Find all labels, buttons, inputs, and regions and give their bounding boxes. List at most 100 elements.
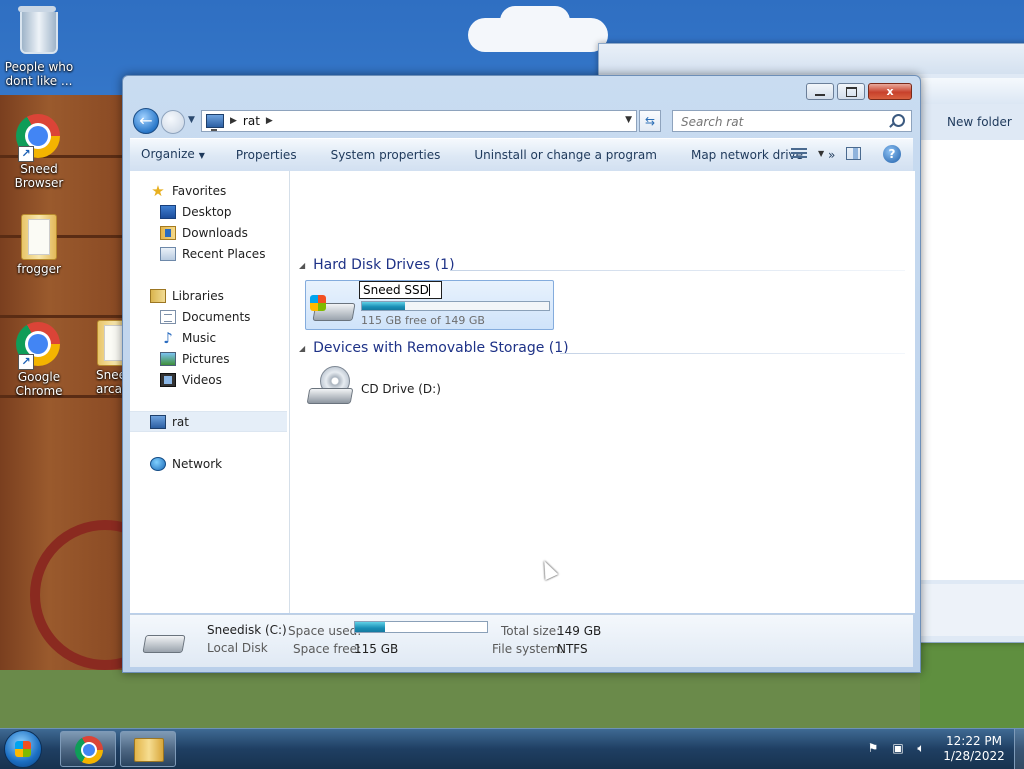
maximize-button[interactable] [837,83,865,100]
desktop-icon-label: Google Chrome [15,370,63,398]
space-free-label: Space free: [293,642,362,656]
recent-pages-dropdown[interactable]: ▼ [188,115,195,125]
help-icon[interactable]: ? [883,145,901,163]
change-view-icon[interactable] [791,148,807,161]
nav-item-computer[interactable]: rat [130,411,287,432]
background-window-titlebar [599,44,1024,74]
wallpaper-grass [920,640,1024,728]
desktop-icon-sneed-browser[interactable]: ↗ Sneed Browser [1,114,77,190]
space-used-fill [355,622,386,632]
back-button[interactable]: ← [133,108,159,134]
computer-icon [206,114,224,131]
nav-item-music[interactable]: ♪ Music [130,327,287,348]
network-tray-icon[interactable]: ▣ [891,741,905,755]
desktop-icon-recycle-bin[interactable]: People who dont like ... [1,6,77,88]
nav-item-favorites[interactable]: ★ Favorites [130,180,287,201]
breadcrumb-chevron-icon[interactable]: ▶ [266,116,273,126]
organize-label: Organize [141,147,195,161]
file-system-value: NTFS [557,642,588,656]
uninstall-program-button[interactable]: Uninstall or change a program [455,140,672,170]
collapse-caret-icon[interactable]: ◢ [299,261,305,270]
nav-item-libraries[interactable]: Libraries [130,285,287,306]
nav-item-pictures[interactable]: Pictures [130,348,287,369]
maximize-icon [845,86,857,97]
collapse-caret-icon[interactable]: ◢ [299,344,305,353]
back-arrow-icon: ← [139,111,153,130]
rename-input[interactable]: Sneed SSD [359,281,442,299]
volume-icon[interactable]: 🔈︎ [914,741,928,755]
background-window-commandbar [921,78,1024,104]
address-dropdown-icon[interactable]: ▼ [625,115,632,125]
nav-item-label: Videos [182,372,222,387]
desktop-icon-frogger[interactable]: frogger [1,214,77,276]
network-icon [150,456,166,471]
nav-item-recent-places[interactable]: Recent Places [130,243,287,264]
system-properties-button[interactable]: System properties [312,140,456,170]
videos-icon [160,372,176,387]
rename-value: Sneed SSD [363,283,429,297]
properties-button[interactable]: Properties [220,140,312,170]
windows-logo-icon [310,295,326,311]
navigation-bar: ← ▼ ▶ rat ▶ ▼ ⇆ [131,106,914,136]
minimize-button[interactable] [806,83,834,100]
desktop-icon-google-chrome[interactable]: ↗ Google Chrome [1,322,77,398]
section-title: Devices with Removable Storage (1) [313,340,569,356]
desktop-icon-label: People who dont like ... [4,60,74,88]
nav-item-label: Favorites [172,183,227,198]
nav-item-label: Documents [182,309,251,324]
computer-icon [150,414,166,429]
organize-button[interactable]: Organize ▼ [130,139,220,171]
pictures-icon [160,351,176,366]
section-removable-storage[interactable]: ◢ Devices with Removable Storage (1) [299,339,569,357]
drive-free-space: 115 GB free of 149 GB [361,314,485,327]
close-button[interactable]: x [868,83,912,100]
search-box[interactable] [672,110,912,132]
forward-button[interactable] [161,110,185,134]
nav-item-downloads[interactable]: Downloads [130,222,287,243]
explorer-window[interactable]: x ← ▼ ▶ rat ▶ ▼ ⇆ Organize▼ Properties S… [122,75,921,673]
clock[interactable]: 12:22 PM 1/28/2022 [938,734,1010,764]
nav-item-videos[interactable]: Videos [130,369,287,390]
action-center-flag-icon[interactable]: ⚑ [866,741,880,755]
section-divider [450,270,905,271]
taskbar-explorer-button[interactable] [120,731,176,767]
background-window-details [921,584,1024,636]
breadcrumb-rat[interactable]: rat [243,114,260,128]
chrome-icon: ↗ [16,322,62,370]
nav-item-desktop[interactable]: Desktop [130,201,287,222]
view-options-dropdown[interactable]: ▼ [818,149,824,158]
total-size-label: Total size: [501,624,561,638]
start-button[interactable] [4,730,42,768]
recent-places-icon [160,246,176,261]
documents-icon [160,309,176,324]
hard-drive-icon [310,291,356,325]
show-desktop-button[interactable] [1014,729,1024,769]
nav-item-label: Recent Places [182,246,266,261]
desktop-icon-sneed-arcade[interactable]: Snee arcad [80,320,122,396]
details-drive-name: Sneedisk (C:) [207,623,287,637]
refresh-button[interactable]: ⇆ [639,110,661,132]
total-size-value: 149 GB [557,624,602,638]
search-input[interactable] [679,112,883,132]
drive-item-c[interactable]: Sneed SSD 115 GB free of 149 GB [305,280,554,330]
nav-item-label: Network [172,456,223,471]
content-pane: ◢ Hard Disk Drives (1) Sneed SSD 115 GB … [290,171,915,613]
nav-item-label: rat [172,414,189,429]
preview-pane-icon[interactable] [846,147,861,160]
section-title: Hard Disk Drives (1) [313,257,455,273]
desktop-icon-label: Sneed Browser [14,162,64,190]
nav-item-documents[interactable]: Documents [130,306,287,327]
search-icon[interactable] [892,114,905,127]
nav-item-network[interactable]: Network [130,453,287,474]
address-bar[interactable]: ▶ rat ▶ ▼ [201,110,637,132]
folder-icon [92,320,122,366]
desktop-icon [160,204,176,219]
nav-item-label: Libraries [172,288,224,303]
drive-item-cd[interactable]: CD Drive (D:) [361,382,441,396]
section-hard-disk-drives[interactable]: ◢ Hard Disk Drives (1) [299,256,455,274]
new-folder-button[interactable]: New folder [947,115,1012,129]
close-icon: x [886,85,894,98]
cd-drive-icon[interactable] [306,366,356,410]
breadcrumb-chevron-icon[interactable]: ▶ [230,116,237,126]
taskbar-chrome-button[interactable] [60,731,116,767]
